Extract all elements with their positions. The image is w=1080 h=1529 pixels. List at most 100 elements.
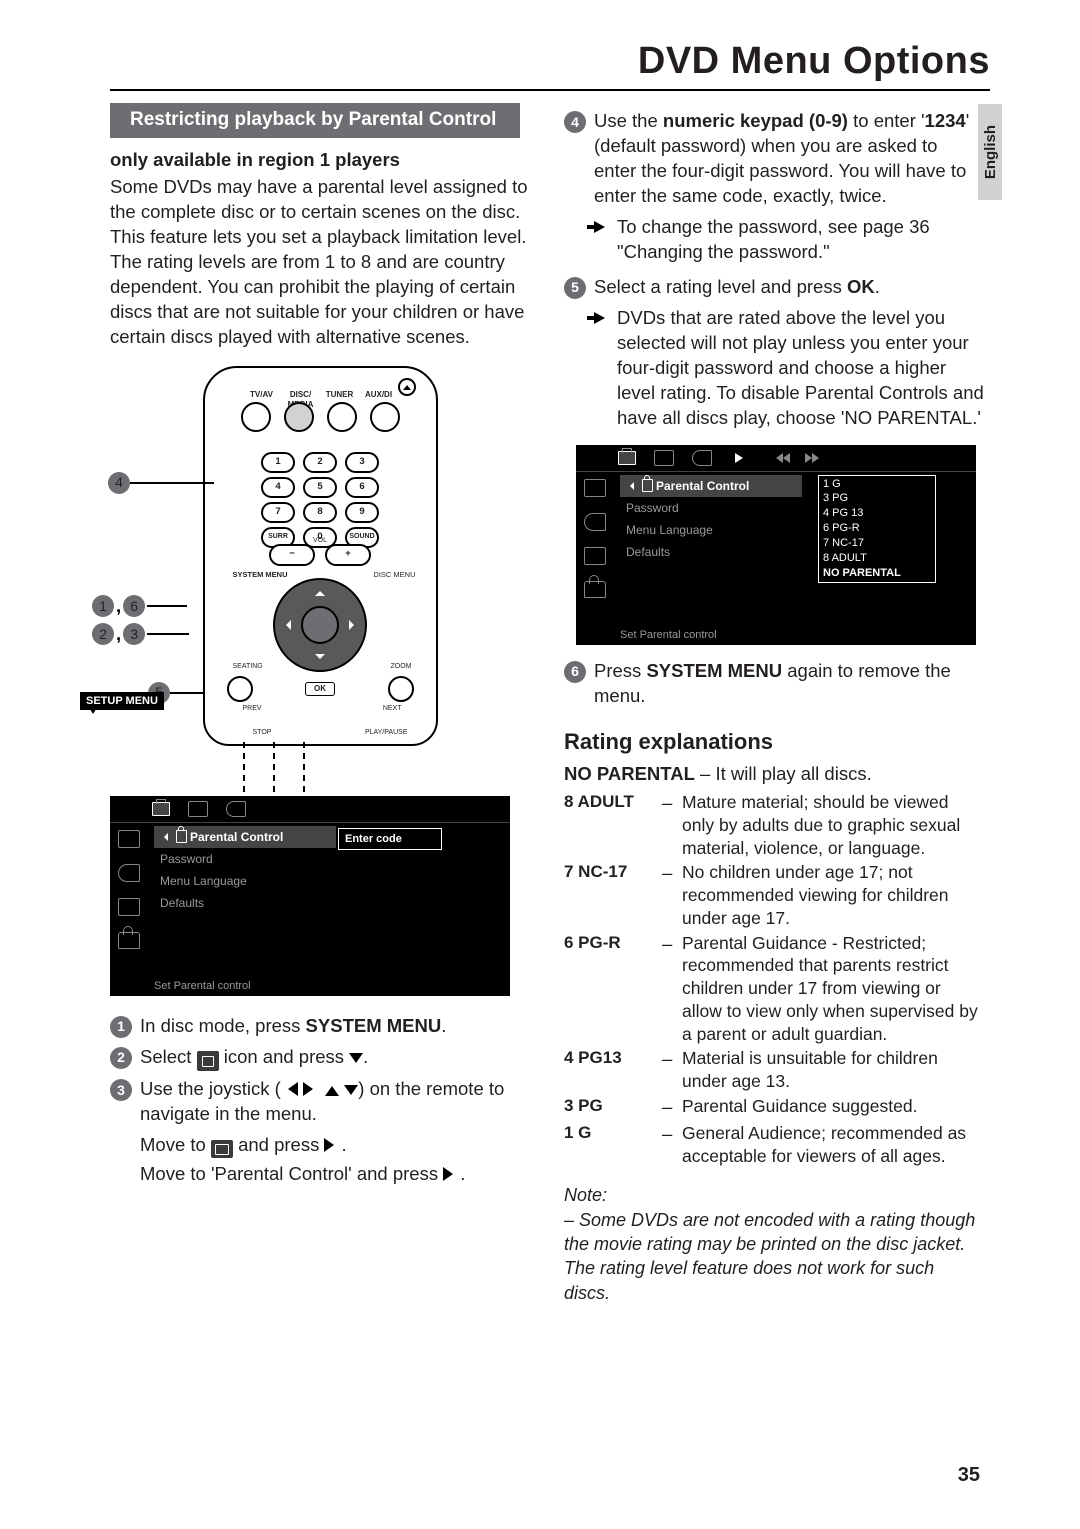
dash: –	[662, 932, 676, 1046]
text: Select a rating level and press	[594, 276, 847, 297]
step-body: Press SYSTEM MENU again to remove the me…	[594, 659, 984, 709]
result-arrow-icon	[594, 221, 611, 233]
disc-menu-label: DISC MENU	[373, 570, 415, 580]
keypad: 1 2 3 4 5 6 7 8 9	[203, 452, 438, 548]
callout-bubble: 6	[123, 595, 145, 617]
step-number: 1	[110, 1016, 132, 1038]
callout-bubble: 1	[92, 595, 114, 617]
right-arrow-icon	[303, 1082, 320, 1096]
callout-line-icon	[147, 605, 187, 607]
page: DVD Menu Options English Restricting pla…	[0, 0, 1080, 1529]
key-2: 2	[303, 452, 337, 473]
key-6: 6	[345, 477, 379, 498]
rating-row: 1 G–General Audience; recommended as acc…	[564, 1122, 984, 1168]
text-block: To change the password, see page 36 "Cha…	[617, 215, 984, 265]
play-label: PLAY/PAUSE	[365, 728, 408, 737]
step-5: 5 Select a rating level and press OK.	[564, 275, 984, 300]
dash: –	[662, 1122, 676, 1168]
step-3-move1: Move to and press .	[140, 1133, 530, 1159]
rating-desc: Material is unsuitable for children unde…	[682, 1047, 984, 1093]
man-icon	[618, 451, 636, 465]
man-icon	[197, 1051, 219, 1071]
osd-menu-right: Parental Control Password Menu Language …	[576, 445, 976, 645]
lock-icon	[584, 581, 606, 598]
tv-icon	[654, 450, 674, 466]
prev-label: PREV	[243, 704, 262, 713]
rating-label: 3 PG	[564, 1095, 656, 1120]
text: Move to '	[140, 1163, 214, 1184]
rating-row: 4 PG13–Material is unsuitable for childr…	[564, 1047, 984, 1093]
seating-label: SEATING	[233, 662, 263, 671]
page-number: 35	[958, 1464, 980, 1487]
speaker-icon	[118, 864, 140, 882]
audio-icon	[226, 801, 246, 817]
text-block: DVDs that are rated above the level you …	[617, 306, 984, 431]
rating-opt: 7 NC-17	[823, 536, 931, 551]
osd-right-panel: Enter code	[338, 826, 498, 851]
key-5: 5	[303, 477, 337, 498]
step-body: Select a rating level and press OK.	[594, 275, 984, 300]
remote-diagram: TV/AV DISC/ MEDIA TUNER AUX/DI 1	[203, 366, 438, 746]
step-6: 6 Press SYSTEM MENU again to remove the …	[564, 659, 984, 709]
text: Parental Control	[214, 1163, 348, 1184]
callout-1-6: 1, 6	[92, 594, 187, 619]
btn-zoom	[388, 676, 414, 702]
text-bold: OK	[847, 276, 875, 297]
page-title: DVD Menu Options	[110, 40, 990, 91]
right-arrow-icon	[324, 1138, 341, 1152]
text: .'	[972, 407, 981, 428]
right-arrow-icon	[443, 1167, 460, 1181]
btn-tvav	[241, 402, 271, 432]
tv-icon	[211, 1140, 233, 1158]
ratings-heading: Rating explanations	[564, 727, 984, 757]
osd-top-icons	[110, 796, 510, 823]
text-bold: numeric keypad (0-9)	[663, 110, 848, 131]
btn-seating	[227, 676, 253, 702]
man-icon	[152, 802, 170, 816]
dash: –	[662, 861, 676, 929]
dpad-right-icon	[349, 620, 359, 630]
rating-opt: 1 G	[823, 477, 931, 492]
rating-label: 6 PG-R	[564, 932, 656, 1046]
text: .	[341, 1134, 346, 1155]
rating-label: 4 PG13	[564, 1047, 656, 1093]
note-label: Note:	[564, 1185, 607, 1205]
osd-item-password: Password	[154, 848, 336, 870]
section-heading: Restricting playback by Parental Control	[110, 103, 520, 138]
osd-item-label: Parental Control	[656, 478, 749, 494]
step-number: 4	[564, 111, 586, 133]
audio-icon	[692, 450, 712, 466]
callout-line-icon	[170, 692, 204, 694]
rewind-icon	[771, 453, 787, 463]
osd-item-parental: Parental Control	[620, 475, 802, 497]
key-9: 9	[345, 502, 379, 523]
osd-menu-list: Parental Control Password Menu Language …	[154, 826, 336, 915]
subtitle-icon	[584, 547, 606, 565]
system-menu-label: SYSTEM MENU	[233, 570, 288, 580]
step-3-move2: Move to 'Parental Control' and press .	[140, 1162, 530, 1187]
rating-label: 1 G	[564, 1122, 656, 1168]
text: In disc mode, press	[140, 1015, 306, 1036]
text: Select	[140, 1046, 197, 1067]
no-parental-line: NO PARENTAL – It will play all discs.	[564, 762, 984, 787]
rating-opt: 6 PG-R	[823, 521, 931, 536]
note-body: – Some DVDs are not encoded with a ratin…	[564, 1210, 975, 1303]
step-number: 5	[564, 277, 586, 299]
rating-label: 7 NC-17	[564, 861, 656, 929]
callout-bubble: 2	[92, 623, 114, 645]
rating-opt: 4 PG 13	[823, 506, 931, 521]
text: to enter '	[848, 110, 925, 131]
osd-content: Parental Control Password Menu Language …	[620, 475, 976, 623]
text: .	[460, 1163, 465, 1184]
dpad	[273, 578, 367, 672]
play-icon	[735, 453, 748, 463]
region-note: only available in region 1 players	[110, 148, 530, 173]
callout-line-icon	[130, 482, 214, 484]
osd-side-icons	[110, 822, 148, 996]
step-body: Use the numeric keypad (0-9) to enter '1…	[594, 109, 984, 209]
down-arrow-icon	[344, 1085, 358, 1102]
down-arrow-icon	[349, 1053, 363, 1070]
callout-bubble: 3	[123, 623, 145, 645]
text-bold: SYSTEM MENU	[306, 1015, 442, 1036]
text: ' and press	[348, 1163, 443, 1184]
